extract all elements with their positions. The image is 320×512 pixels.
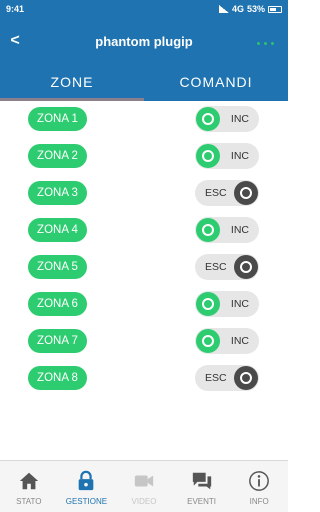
zone-button[interactable]: ZONA 7 xyxy=(28,329,87,353)
toggle-label: INC xyxy=(230,335,249,347)
status-bar: 9:41 4G 53% xyxy=(0,0,288,20)
lock-icon xyxy=(79,470,94,491)
zone-row: ZONA 5 ESC xyxy=(0,251,288,281)
toggle-label: ESC xyxy=(205,261,227,273)
toggle-knob-icon xyxy=(234,181,258,205)
nav-info[interactable]: INFO xyxy=(230,461,288,512)
app-bar: < phantom plugip xyxy=(0,20,288,65)
toggle-knob-icon xyxy=(234,366,258,390)
nav-stato[interactable]: STATO xyxy=(0,461,58,512)
zone-button[interactable]: ZONA 2 xyxy=(28,144,87,168)
zone-toggle[interactable]: INC xyxy=(195,217,259,243)
chat-bubbles-icon xyxy=(192,472,211,490)
toggle-knob-icon xyxy=(234,255,258,279)
zone-row: ZONA 7 INC xyxy=(0,325,288,355)
zone-button[interactable]: ZONA 8 xyxy=(28,366,87,390)
tab-zone[interactable]: ZONE xyxy=(0,65,144,101)
zone-toggle[interactable]: INC xyxy=(195,328,259,354)
zone-toggle[interactable]: INC xyxy=(195,143,259,169)
zone-button[interactable]: ZONA 4 xyxy=(28,218,87,242)
zone-row: ZONA 6 INC xyxy=(0,288,288,318)
page-title: phantom plugip xyxy=(95,34,193,49)
zone-row: ZONA 4 INC xyxy=(0,214,288,244)
toggle-label: ESC xyxy=(205,187,227,199)
info-icon xyxy=(249,471,270,491)
zone-toggle[interactable]: ESC xyxy=(195,365,259,391)
signal-icon xyxy=(218,5,229,13)
toggle-knob-icon xyxy=(196,218,220,242)
nav-label: VIDEO xyxy=(131,497,157,506)
toggle-knob-icon xyxy=(196,107,220,131)
nav-label: GESTIONE xyxy=(65,497,108,506)
toggle-knob-icon xyxy=(196,144,220,168)
zone-button[interactable]: ZONA 3 xyxy=(28,181,87,205)
status-icons: 4G 53% xyxy=(218,4,282,14)
bottom-nav: STATO GESTIONE VIDEO EVENTI INFO xyxy=(0,460,288,512)
toggle-label: INC xyxy=(230,113,249,125)
tab-bar: ZONE COMANDI xyxy=(0,65,288,101)
zone-button[interactable]: ZONA 6 xyxy=(28,292,87,316)
zone-row: ZONA 3 ESC xyxy=(0,177,288,207)
more-dots-icon[interactable] xyxy=(257,42,274,45)
zone-row: ZONA 2 INC xyxy=(0,140,288,170)
status-time: 9:41 xyxy=(6,4,25,14)
home-icon xyxy=(19,472,38,490)
tab-comandi[interactable]: COMANDI xyxy=(144,65,288,101)
zone-button[interactable]: ZONA 1 xyxy=(28,107,87,131)
toggle-label: INC xyxy=(230,298,249,310)
video-camera-icon xyxy=(134,475,154,487)
zone-toggle[interactable]: ESC xyxy=(195,180,259,206)
toggle-label: INC xyxy=(230,150,249,162)
nav-label: STATO xyxy=(16,497,42,506)
nav-video[interactable]: VIDEO xyxy=(115,461,173,512)
zone-toggle[interactable]: INC xyxy=(195,106,259,132)
zone-row: ZONA 8 ESC xyxy=(0,362,288,392)
nav-gestione[interactable]: GESTIONE xyxy=(58,461,116,512)
battery-icon xyxy=(268,5,282,13)
toggle-label: INC xyxy=(230,224,249,236)
battery-percent: 53% xyxy=(246,4,265,14)
nav-label: EVENTI xyxy=(187,497,217,506)
toggle-label: ESC xyxy=(205,372,227,384)
toggle-knob-icon xyxy=(196,329,220,353)
zone-row: ZONA 1 INC xyxy=(0,103,288,133)
network-type: 4G xyxy=(231,4,244,14)
nav-eventi[interactable]: EVENTI xyxy=(173,461,231,512)
zone-button[interactable]: ZONA 5 xyxy=(28,255,87,279)
zone-toggle[interactable]: ESC xyxy=(195,254,259,280)
zone-toggle[interactable]: INC xyxy=(195,291,259,317)
nav-label: INFO xyxy=(249,497,269,506)
toggle-knob-icon xyxy=(196,292,220,316)
